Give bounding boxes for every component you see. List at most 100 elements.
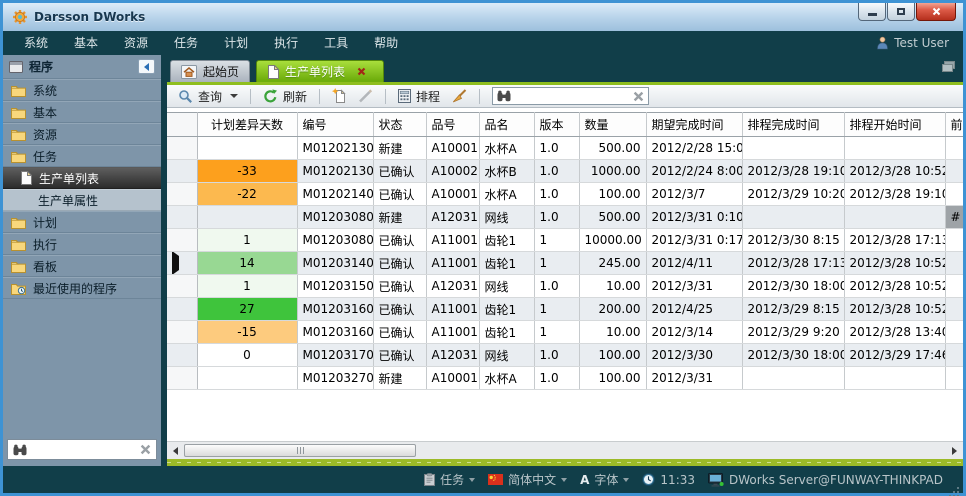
table-row[interactable]: 0M012031701已确认A12031网线1.0100.002012/3/30… xyxy=(167,344,963,367)
cell-expect[interactable]: 2012/3/31 0:17 xyxy=(646,229,742,252)
cell-status[interactable]: 已确认 xyxy=(373,275,426,298)
column-header-11[interactable]: 前 xyxy=(945,113,963,137)
cell-expect[interactable]: 2012/3/31 xyxy=(646,367,742,390)
cell-code[interactable]: M012031601 xyxy=(297,298,373,321)
column-header-7[interactable]: 数量 xyxy=(579,113,646,137)
cell-qty[interactable]: 500.00 xyxy=(579,206,646,229)
scroll-left-arrow-icon[interactable] xyxy=(173,447,178,455)
menu-item-4[interactable]: 任务 xyxy=(161,31,211,55)
cell-extra[interactable] xyxy=(945,229,963,252)
sidebar-item-8[interactable]: 执行 xyxy=(3,233,161,255)
cell-version[interactable]: 1.0 xyxy=(534,367,579,390)
toolbar-search-input[interactable] xyxy=(515,88,629,104)
close-button[interactable] xyxy=(916,3,956,21)
cell-sched_end[interactable]: 2012/3/30 18:00 xyxy=(742,344,844,367)
cell-item_no[interactable]: A11001 xyxy=(426,321,479,344)
sidebar-item-7[interactable]: 计划 xyxy=(3,211,161,233)
cell-extra[interactable]: # xyxy=(945,206,963,229)
cell-version[interactable]: 1 xyxy=(534,321,579,344)
cell-code[interactable]: M012030802 xyxy=(297,229,373,252)
cell-status[interactable]: 已确认 xyxy=(373,183,426,206)
cell-sched_end[interactable]: 2012/3/30 18:00 xyxy=(742,275,844,298)
scrollbar-thumb[interactable] xyxy=(184,444,416,457)
sidebar-item-3[interactable]: 资源 xyxy=(3,123,161,145)
row-header-cell[interactable] xyxy=(167,183,197,206)
cell-sched_end[interactable] xyxy=(742,137,844,160)
cell-sched_start[interactable]: 2012/3/28 10:52 xyxy=(844,160,945,183)
cell-sched_end[interactable]: 2012/3/30 8:15 xyxy=(742,229,844,252)
cell-sched_start[interactable] xyxy=(844,367,945,390)
cell-qty[interactable]: 245.00 xyxy=(579,252,646,275)
clear-search-icon[interactable] xyxy=(633,91,644,102)
cell-item_name[interactable]: 网线 xyxy=(479,206,534,229)
edit-pencil-icon[interactable] xyxy=(355,89,376,103)
table-row[interactable]: -22M012021401已确认A10001水杯A1.0100.002012/3… xyxy=(167,183,963,206)
sidebar-search-input[interactable] xyxy=(32,442,135,458)
cell-expect[interactable]: 2012/4/25 xyxy=(646,298,742,321)
row-header-cell[interactable] xyxy=(167,321,197,344)
cell-expect[interactable]: 2012/2/28 15:00 xyxy=(646,137,742,160)
row-header-cell[interactable] xyxy=(167,298,197,321)
cell-status[interactable]: 已确认 xyxy=(373,229,426,252)
cell-status[interactable]: 新建 xyxy=(373,206,426,229)
cell-item_name[interactable]: 齿轮1 xyxy=(479,298,534,321)
clear-search-icon[interactable] xyxy=(140,444,151,455)
language-menu[interactable]: 简体中文 xyxy=(488,471,567,488)
sidebar-item-9[interactable]: 看板 xyxy=(3,255,161,277)
cell-qty[interactable]: 10000.00 xyxy=(579,229,646,252)
cell-version[interactable]: 1.0 xyxy=(534,206,579,229)
cell-version[interactable]: 1 xyxy=(534,229,579,252)
cell-status[interactable]: 已确认 xyxy=(373,298,426,321)
cell-version[interactable]: 1 xyxy=(534,298,579,321)
table-row[interactable]: M012032701新建A10001水杯A1.0100.002012/3/31 xyxy=(167,367,963,390)
cell-item_name[interactable]: 齿轮1 xyxy=(479,229,534,252)
cell-sched_end[interactable] xyxy=(742,367,844,390)
sidebar-item-10[interactable]: 最近使用的程序 xyxy=(3,277,161,299)
sidebar-item-4[interactable]: 任务 xyxy=(3,145,161,167)
cell-item_no[interactable]: A10001 xyxy=(426,183,479,206)
cell-extra[interactable] xyxy=(945,252,963,275)
cell-extra[interactable] xyxy=(945,137,963,160)
cell-status[interactable]: 新建 xyxy=(373,137,426,160)
sidebar-item-2[interactable]: 基本 xyxy=(3,101,161,123)
cell-sched_end[interactable]: 2012/3/29 10:20 xyxy=(742,183,844,206)
cell-item_name[interactable]: 水杯A xyxy=(479,183,534,206)
cell-qty[interactable]: 10.00 xyxy=(579,275,646,298)
cell-item_no[interactable]: A11001 xyxy=(426,252,479,275)
cell-diff[interactable]: 1 xyxy=(197,275,297,298)
cell-code[interactable]: M012031402 xyxy=(297,252,373,275)
cell-item_name[interactable]: 水杯A xyxy=(479,137,534,160)
column-header-3[interactable]: 状态 xyxy=(373,113,426,137)
cell-expect[interactable]: 2012/4/11 xyxy=(646,252,742,275)
menu-item-7[interactable]: 工具 xyxy=(311,31,361,55)
table-row[interactable]: 14M012031402已确认A11001齿轮11245.002012/4/11… xyxy=(167,252,963,275)
cell-code[interactable]: M012032701 xyxy=(297,367,373,390)
resize-grip[interactable] xyxy=(957,487,959,489)
cell-sched_end[interactable]: 2012/3/29 8:15 xyxy=(742,298,844,321)
cell-qty[interactable]: 1000.00 xyxy=(579,160,646,183)
cell-extra[interactable] xyxy=(945,367,963,390)
cell-code[interactable]: M012031602 xyxy=(297,321,373,344)
menu-item-2[interactable]: 基本 xyxy=(61,31,111,55)
cell-code[interactable]: M012031501 xyxy=(297,275,373,298)
cell-status[interactable]: 已确认 xyxy=(373,344,426,367)
tab-list-icon[interactable] xyxy=(942,61,955,72)
menu-item-6[interactable]: 执行 xyxy=(261,31,311,55)
cell-sched_start[interactable] xyxy=(844,206,945,229)
query-button[interactable]: 查询 xyxy=(175,88,241,105)
row-header-cell[interactable] xyxy=(167,229,197,252)
tab-1[interactable]: 起始页 xyxy=(170,60,250,82)
cell-status[interactable]: 已确认 xyxy=(373,252,426,275)
font-menu[interactable]: A 字体 xyxy=(580,471,629,488)
cell-item_no[interactable]: A12031 xyxy=(426,344,479,367)
column-header-2[interactable]: 编号 xyxy=(297,113,373,137)
cell-status[interactable]: 已确认 xyxy=(373,160,426,183)
cell-diff[interactable]: -33 xyxy=(197,160,297,183)
table-row[interactable]: -15M012031602已确认A11001齿轮1110.002012/3/14… xyxy=(167,321,963,344)
cell-diff[interactable]: -22 xyxy=(197,183,297,206)
cell-sched_start[interactable]: 2012/3/28 19:10 xyxy=(844,183,945,206)
cell-version[interactable]: 1.0 xyxy=(534,137,579,160)
cell-sched_start[interactable]: 2012/3/28 13:40 xyxy=(844,321,945,344)
row-header-cell[interactable] xyxy=(167,275,197,298)
row-header-cell[interactable] xyxy=(167,206,197,229)
